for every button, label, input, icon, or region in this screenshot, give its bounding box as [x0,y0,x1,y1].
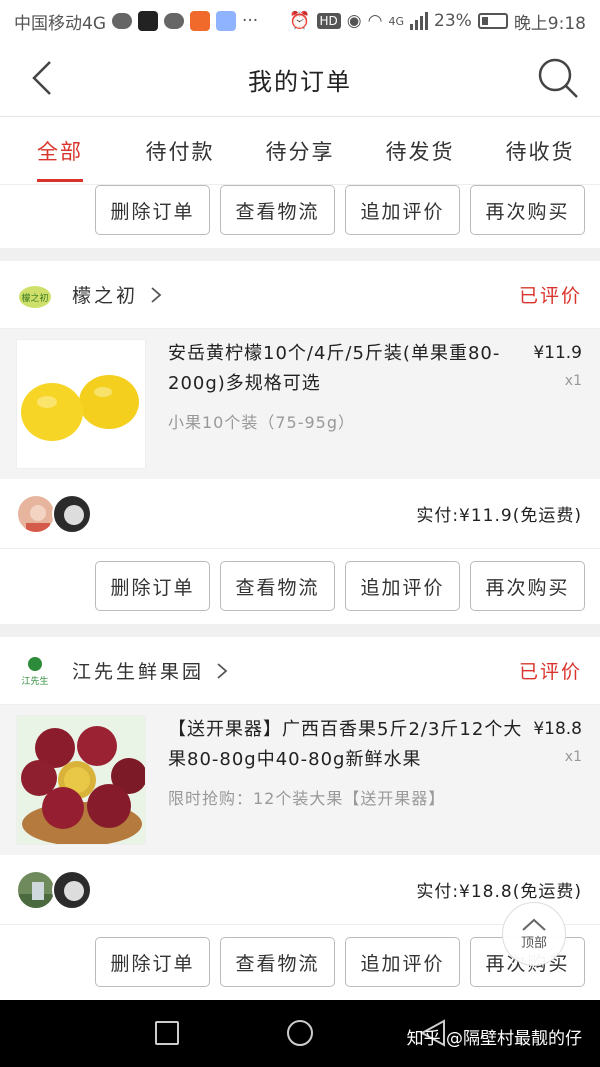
tab-pending-shipment[interactable]: 待发货 [360,117,480,184]
store-name[interactable]: 檬之初 [72,281,138,308]
paid-amount: 实付:¥18.8(免运费) [416,882,582,902]
svg-text:檬之初: 檬之初 [21,292,48,304]
app-icon [216,11,236,31]
avatar [16,869,56,910]
add-review-button[interactable]: 追加评价 [345,185,460,235]
svg-text:江先生: 江先生 [21,675,48,687]
delete-order-button[interactable]: 删除订单 [95,561,210,611]
paid-amount: 实付:¥11.9(免运费) [416,506,582,526]
order-actions: 删除订单 查看物流 追加评价 再次购买 [0,549,600,624]
order-tabs: 全部 待付款 待分享 待发货 待收货 [0,117,600,185]
store-logo: 檬之初 [18,278,52,312]
hd-icon: HD [316,13,341,29]
store-logo: 江先生 [18,654,52,688]
system-nav-bar: 知乎 @隔壁村最靓的仔 [0,1000,600,1067]
tab-all[interactable]: 全部 [0,117,120,184]
group-avatars [16,869,92,910]
alarm-icon: ⏰ [289,11,311,31]
order-actions: 删除订单 查看物流 追加评价 再次购买 [0,185,600,248]
product-price: ¥18.8 [533,719,582,739]
tiktok-icon [138,11,158,31]
eye-icon: ◉ [346,11,362,31]
search-icon[interactable] [536,56,580,100]
product-row[interactable]: 【送开果器】广西百香果5斤2/3斤12个大果80-80g中40-80g新鲜水果 … [0,705,600,855]
product-image-lemon[interactable] [16,339,146,469]
product-spec: 限时抢购：12个装大果【送开果器】 [168,789,446,808]
watermark: 知乎 @隔壁村最靓的仔 [406,1029,582,1049]
product-qty: x1 [564,373,582,389]
group-avatars [16,493,92,534]
home-icon[interactable] [287,1020,313,1046]
product-title[interactable]: 安岳黄柠檬10个/4斤/5斤装(单果重80-200g)多规格可选 [168,339,532,399]
nav-bar: 我的订单 [0,42,600,117]
store-header[interactable]: 江先生 江先生鲜果园 已评价 [0,637,600,705]
network-type: 4G [388,14,405,28]
back-to-top-label: 顶部 [520,935,547,951]
store-name[interactable]: 江先生鲜果园 [72,657,204,684]
battery-icon [477,13,508,29]
clock: 晚上9:18 [513,13,586,34]
chevron-up-icon [522,918,546,931]
recent-apps-icon[interactable] [155,1021,179,1045]
order-status: 已评价 [518,661,582,683]
more-icon: ··· [242,11,259,31]
avatar [52,493,92,534]
avatar [52,869,92,910]
chevron-right-icon [217,662,228,679]
message-icon [112,13,132,29]
order-status: 已评价 [518,285,582,307]
view-logistics-button[interactable]: 查看物流 [220,937,335,987]
product-price: ¥11.9 [533,343,582,363]
carrier-text: 中国移动4G [14,13,106,34]
order-summary: 实付:¥11.9(免运费) [0,479,600,549]
wifi-icon: ◠ [367,11,383,31]
avatar [16,493,56,534]
status-bar: 中国移动4G ··· ⏰ HD ◉ ◠ 4G 23% 晚上9:18 [0,0,600,42]
rebuy-button[interactable]: 再次购买 [470,185,585,235]
store-header[interactable]: 檬之初 檬之初 已评价 [0,261,600,329]
video-app-icon [190,11,210,31]
add-review-button[interactable]: 追加评价 [345,937,460,987]
back-arrow-icon[interactable] [24,58,64,98]
product-title[interactable]: 【送开果器】广西百香果5斤2/3斤12个大果80-80g中40-80g新鲜水果 [168,715,532,775]
tab-pending-share[interactable]: 待分享 [240,117,360,184]
battery-percent: 23% [434,11,472,31]
order-list[interactable]: 删除订单 查看物流 追加评价 再次购买 檬之初 檬之初 已评价 安岳黄柠檬10个… [0,185,600,1000]
signal-icon [410,12,429,30]
delete-order-button[interactable]: 删除订单 [95,937,210,987]
product-spec: 小果10个装（75-95g） [168,413,356,432]
chevron-right-icon [151,286,162,303]
view-logistics-button[interactable]: 查看物流 [220,185,335,235]
tab-pending-receipt[interactable]: 待收货 [480,117,600,184]
product-image-passion-fruit[interactable] [16,715,146,845]
wechat-icon [164,13,184,29]
product-row[interactable]: 安岳黄柠檬10个/4斤/5斤装(单果重80-200g)多规格可选 小果10个装（… [0,329,600,479]
view-logistics-button[interactable]: 查看物流 [220,561,335,611]
rebuy-button[interactable]: 再次购买 [470,561,585,611]
product-qty: x1 [564,749,582,765]
tab-pending-payment[interactable]: 待付款 [120,117,240,184]
page-title: 我的订单 [248,67,352,96]
delete-order-button[interactable]: 删除订单 [95,185,210,235]
back-to-top-button[interactable]: 顶部 [502,902,566,966]
add-review-button[interactable]: 追加评价 [345,561,460,611]
